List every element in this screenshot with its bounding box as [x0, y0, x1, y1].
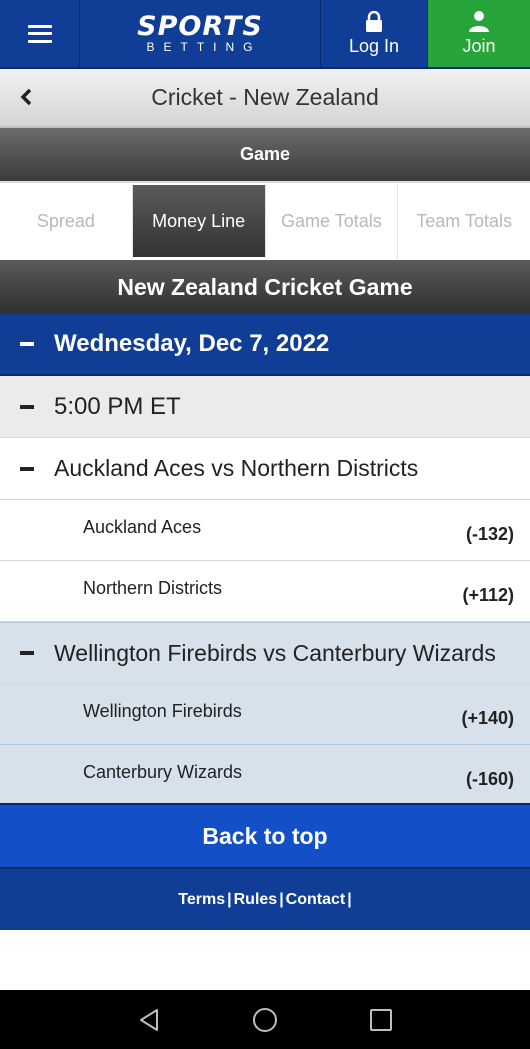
team-odds-row[interactable]: Auckland Aces (-132)	[0, 500, 530, 561]
tab-team-totals[interactable]: Team Totals	[398, 183, 530, 259]
time-group-header[interactable]: 5:00 PM ET	[0, 376, 530, 438]
nav-home-button[interactable]	[247, 1002, 283, 1038]
login-label: Log In	[348, 35, 400, 56]
collapse-icon	[0, 342, 54, 346]
square-recents-icon	[370, 1008, 392, 1031]
money-line-odds[interactable]: (+140)	[461, 708, 514, 729]
date-group-header[interactable]: Wednesday, Dec 7, 2022	[0, 314, 530, 376]
team-name: Auckland Aces	[83, 517, 202, 537]
terms-link[interactable]: Terms	[178, 891, 225, 909]
collapse-icon	[0, 466, 54, 471]
money-line-odds[interactable]: (-160)	[466, 769, 514, 790]
sportsbetting-logo[interactable]: SPORTS BETTING	[80, 0, 321, 67]
lock-icon	[366, 10, 382, 32]
footer-separator: |	[279, 890, 284, 908]
date-label: Wednesday, Dec 7, 2022	[54, 330, 330, 357]
chevron-left-icon	[20, 88, 32, 106]
match-header[interactable]: Auckland Aces vs Northern Districts	[0, 438, 530, 500]
collapse-icon	[0, 404, 54, 409]
page-title: Cricket - New Zealand	[151, 84, 379, 110]
triangle-back-icon	[140, 1008, 158, 1031]
team-odds-row[interactable]: Northern Districts (+112)	[0, 561, 530, 622]
match-title: Auckland Aces vs Northern Districts	[54, 455, 419, 481]
nav-back-button[interactable]	[131, 1002, 167, 1038]
join-button[interactable]: Join	[428, 0, 530, 67]
team-odds-row[interactable]: Canterbury Wizards (-160)	[0, 745, 530, 803]
menu-button[interactable]	[0, 0, 80, 67]
nav-recents-button[interactable]	[363, 1002, 399, 1038]
match-header[interactable]: Wellington Firebirds vs Canterbury Wizar…	[0, 622, 530, 684]
circle-home-icon	[253, 1007, 277, 1032]
footer-links: Terms | Rules | Contact |	[0, 869, 530, 930]
section-title: New Zealand Cricket Game	[0, 260, 530, 314]
game-header: Game	[0, 128, 530, 183]
match-title: Wellington Firebirds vs Canterbury Wizar…	[54, 639, 496, 666]
tab-spread[interactable]: Spread	[0, 183, 133, 259]
tab-game-totals[interactable]: Game Totals	[266, 183, 399, 259]
time-label: 5:00 PM ET	[54, 392, 181, 420]
tab-money-line[interactable]: Money Line	[132, 185, 266, 257]
back-to-top-button[interactable]: Back to top	[0, 803, 530, 869]
money-line-odds[interactable]: (+112)	[462, 585, 514, 606]
login-button[interactable]: Log In	[321, 0, 428, 67]
team-name: Northern Districts	[83, 578, 223, 598]
page-title-bar: Cricket - New Zealand	[0, 69, 530, 128]
logo-main-text: SPORTS	[137, 10, 263, 42]
footer-separator: |	[347, 890, 352, 908]
join-label: Join	[462, 36, 496, 56]
rules-link[interactable]: Rules	[234, 891, 278, 909]
bet-type-tabs: Spread Money Line Game Totals Team Total…	[0, 183, 530, 259]
team-name: Wellington Firebirds	[83, 701, 242, 721]
team-name: Canterbury Wizards	[83, 762, 243, 782]
top-header: SPORTS BETTING Log In Join	[0, 0, 530, 69]
hamburger-icon	[27, 24, 52, 43]
back-button[interactable]	[14, 84, 38, 110]
system-navigation-bar	[0, 990, 530, 1049]
contact-link[interactable]: Contact	[286, 891, 346, 909]
money-line-odds[interactable]: (-132)	[466, 524, 514, 545]
footer-separator: |	[227, 890, 232, 908]
collapse-icon	[0, 651, 54, 655]
user-icon	[469, 11, 489, 32]
team-odds-row[interactable]: Wellington Firebirds (+140)	[0, 684, 530, 745]
logo-sub-text: BETTING	[146, 39, 262, 54]
